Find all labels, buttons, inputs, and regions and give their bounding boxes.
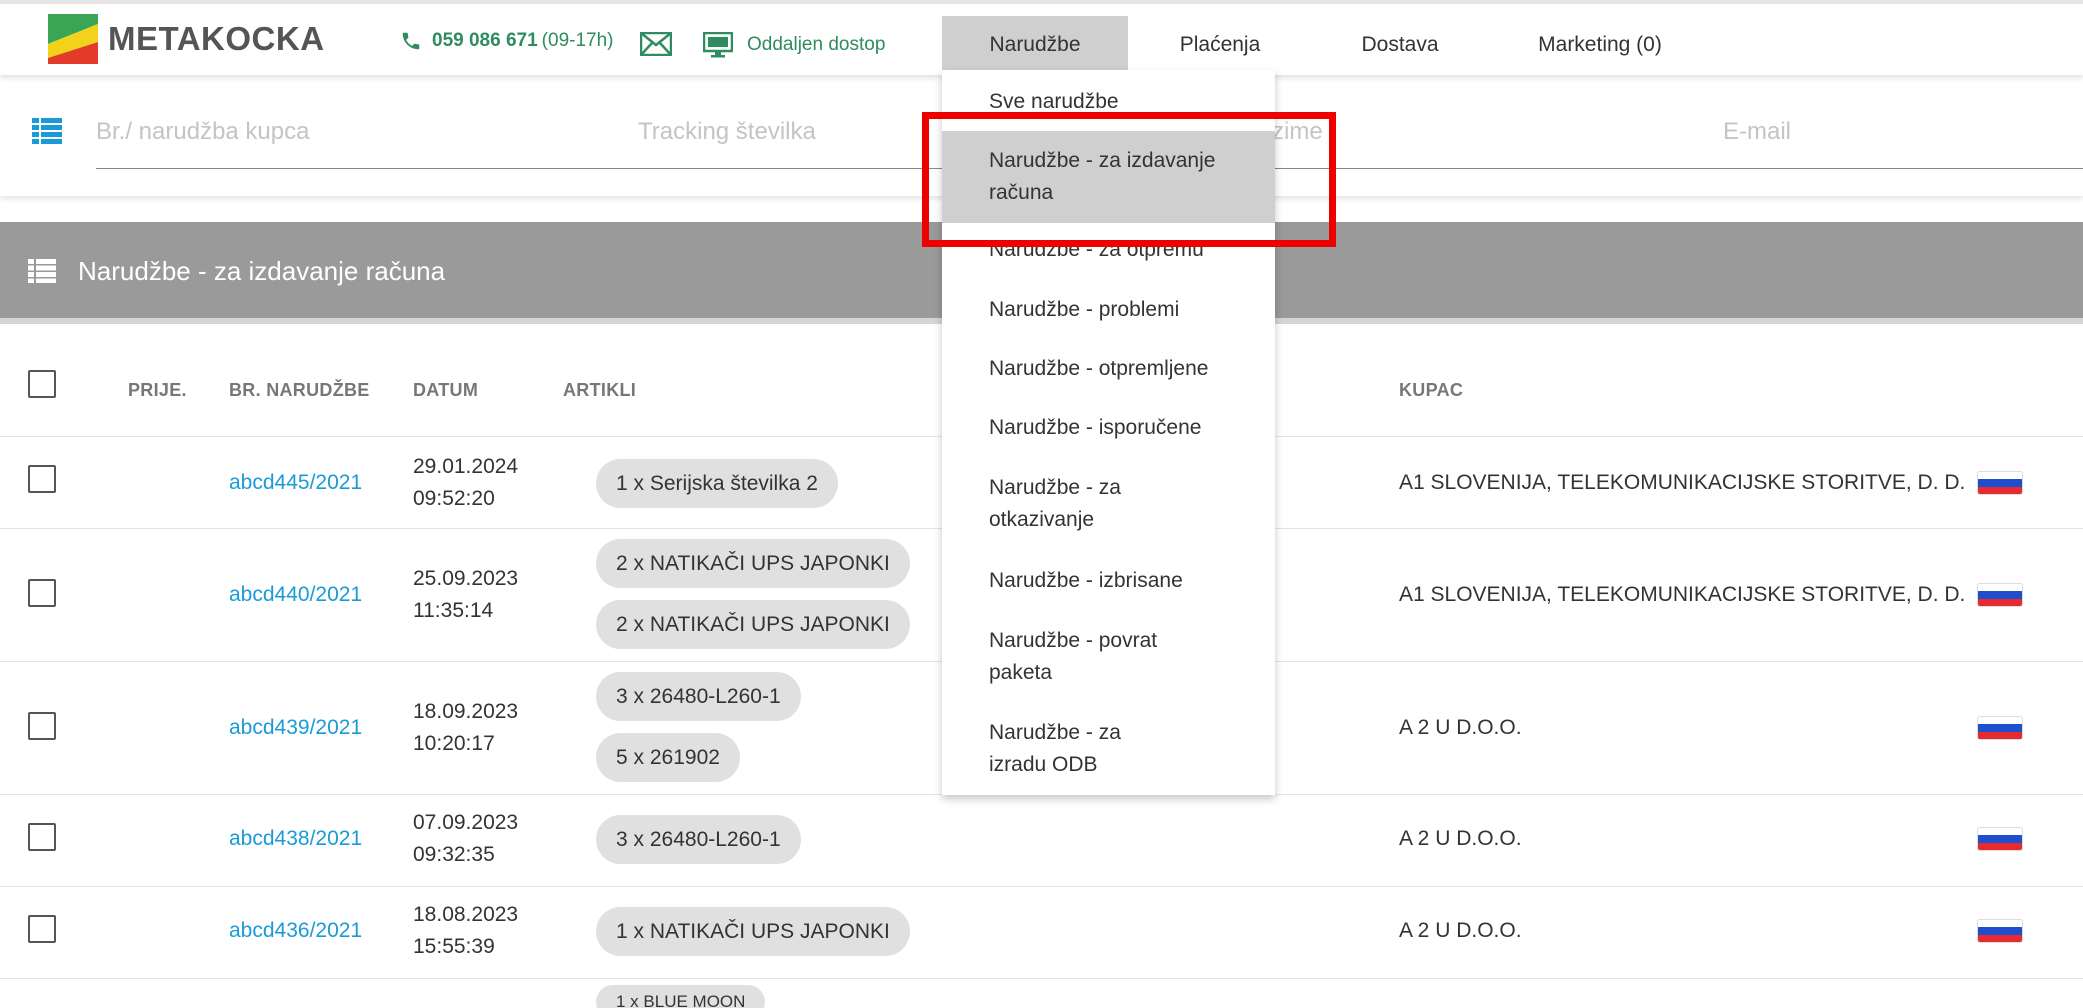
remote-access-link[interactable]: Oddaljen dostop <box>703 32 885 58</box>
order-number-input[interactable]: Br./ narudžba kupca <box>96 118 309 146</box>
list-icon[interactable] <box>32 118 62 149</box>
row-checkbox[interactable] <box>28 915 56 943</box>
phone-number: 059 086 671 <box>432 30 538 51</box>
menu-item-deleted[interactable]: Narudžbe - izbrisane <box>942 565 1275 597</box>
order-link[interactable]: abcd439/2021 <box>229 716 362 740</box>
slovenia-flag-icon <box>1978 584 2022 606</box>
column-header-date[interactable]: DATUM <box>413 380 478 401</box>
item-chip[interactable]: 2 x NATIKAČI UPS JAPONKI <box>596 539 910 588</box>
order-link[interactable]: abcd445/2021 <box>229 471 362 495</box>
list-icon <box>28 259 56 288</box>
date-value: 18.09.2023 <box>413 700 519 723</box>
item-chip[interactable]: 2 x NATIKAČI UPS JAPONKI <box>596 600 910 649</box>
item-chip[interactable]: 1 x NATIKAČI UPS JAPONKI <box>596 907 910 956</box>
date-value: 07.09.2023 <box>413 811 519 834</box>
row-checkbox[interactable] <box>28 579 56 607</box>
nav-narudzbe[interactable]: Narudžbe <box>942 16 1128 74</box>
item-chip[interactable]: 5 x 261902 <box>596 733 740 782</box>
item-chip[interactable]: 1 x BLUE MOON <box>596 985 766 1008</box>
menu-item-for-cancellation[interactable]: Narudžbe - za otkazivanje <box>942 472 1212 536</box>
order-link[interactable]: abcd436/2021 <box>229 919 362 943</box>
time-value: 10:20:17 <box>413 732 495 755</box>
item-chip[interactable]: 3 x 26480-L260-1 <box>596 815 801 864</box>
phone-contact[interactable]: 059 086 671 (09-17h) <box>400 30 614 52</box>
nav-dostava[interactable]: Dostava <box>1330 16 1470 74</box>
mail-icon[interactable] <box>639 31 673 61</box>
slovenia-flag-icon <box>1978 717 2022 739</box>
customer-name: A1 SLOVENIJA, TELEKOMUNIKACIJSKE STORITV… <box>1399 583 1966 606</box>
phone-icon <box>402 32 420 50</box>
slovenia-flag-icon <box>1978 828 2022 850</box>
menu-item-problems[interactable]: Narudžbe - problemi <box>942 294 1275 326</box>
item-chip[interactable]: 3 x 26480-L260-1 <box>596 672 801 721</box>
menu-item-package-return[interactable]: Narudžbe - povrat paketa <box>942 625 1212 689</box>
column-header-order-number[interactable]: BR. NARUDŽBE <box>229 380 370 401</box>
table-row[interactable]: abcd438/2021 07.09.2023 09:32:35 3 x 264… <box>0 794 2083 886</box>
order-date: 18.08.2023 15:55:39 <box>413 899 518 963</box>
highlight-box <box>922 112 1336 247</box>
time-value: 15:55:39 <box>413 935 495 958</box>
order-date: 07.09.2023 09:32:35 <box>413 807 518 871</box>
menu-item-delivered[interactable]: Narudžbe - isporučene <box>942 412 1275 444</box>
item-chip[interactable]: 1 x Serijska številka 2 <box>596 459 838 508</box>
remote-access-label: Oddaljen dostop <box>747 34 886 55</box>
order-date: 18.09.2023 10:20:17 <box>413 696 518 760</box>
order-date: 29.01.2024 09:52:20 <box>413 451 518 515</box>
time-value: 09:52:20 <box>413 487 495 510</box>
logo[interactable]: METAKOCKA <box>48 14 325 64</box>
customer-name: A 2 U D.O.O. <box>1399 919 1522 942</box>
row-checkbox[interactable] <box>28 712 56 740</box>
column-header-items[interactable]: ARTIKLI <box>563 380 636 401</box>
nav-marketing[interactable]: Marketing (0) <box>1515 16 1685 74</box>
order-link[interactable]: abcd440/2021 <box>229 583 362 607</box>
email-input[interactable]: E-mail <box>1723 118 1791 146</box>
column-header-prije[interactable]: PRIJE. <box>128 380 187 401</box>
top-bar: METAKOCKA 059 086 671 (09-17h) Oddaljen … <box>0 0 2083 75</box>
time-value: 11:35:14 <box>413 599 494 622</box>
logo-icon <box>48 14 98 64</box>
nav-placenja[interactable]: Plaćenja <box>1150 16 1290 74</box>
row-checkbox[interactable] <box>28 465 56 493</box>
customer-name: A 2 U D.O.O. <box>1399 716 1522 739</box>
order-date: 25.09.2023 11:35:14 <box>413 563 518 627</box>
order-link[interactable]: abcd438/2021 <box>229 827 362 851</box>
phone-hours: (09-17h) <box>541 30 614 51</box>
menu-item-for-odb[interactable]: Narudžbe - za izradu ODB <box>942 717 1202 781</box>
time-value: 09:32:35 <box>413 843 495 866</box>
monitor-icon <box>703 32 733 58</box>
customer-name: A1 SLOVENIJA, TELEKOMUNIKACIJSKE STORITV… <box>1399 471 1966 494</box>
slovenia-flag-icon <box>1978 920 2022 942</box>
table-row[interactable]: 1 x BLUE MOON <box>0 978 2083 1008</box>
date-value: 29.01.2024 <box>413 455 519 478</box>
column-header-customer[interactable]: KUPAC <box>1399 380 1463 401</box>
logo-text: METAKOCKA <box>108 20 325 57</box>
slovenia-flag-icon <box>1978 472 2022 494</box>
select-all-checkbox[interactable] <box>28 370 56 398</box>
date-value: 18.08.2023 <box>413 903 519 926</box>
menu-item-shipped[interactable]: Narudžbe - otpremljene <box>942 353 1275 385</box>
table-row[interactable]: abcd436/2021 18.08.2023 15:55:39 1 x NAT… <box>0 886 2083 978</box>
row-checkbox[interactable] <box>28 823 56 851</box>
section-title: Narudžbe - za izdavanje računa <box>78 256 446 286</box>
tracking-number-input[interactable]: Tracking številka <box>638 118 816 146</box>
date-value: 25.09.2023 <box>413 567 519 590</box>
customer-name: A 2 U D.O.O. <box>1399 827 1522 850</box>
